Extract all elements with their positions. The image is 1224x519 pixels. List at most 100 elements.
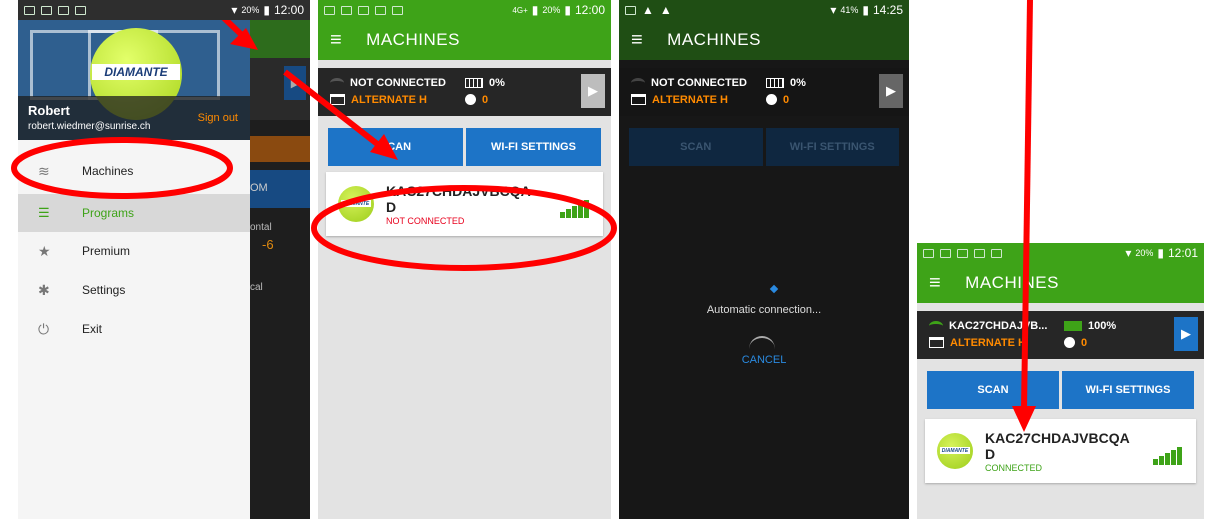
- drawer-item-exit[interactable]: ⏻ Exit: [18, 310, 250, 348]
- wifi-off-icon: [631, 77, 645, 88]
- wifi-off-icon: [330, 77, 344, 88]
- wifi-status-icon: ▾: [830, 3, 837, 17]
- background-app: ▶ OM ontal -6 cal: [250, 20, 310, 519]
- machine-status: NOT CONNECTED: [386, 215, 465, 226]
- drawer-item-machines[interactable]: ≋ Machines: [18, 148, 250, 194]
- signal-strength-icon: [1153, 447, 1182, 465]
- hamburger-menu-icon[interactable]: ≡: [330, 29, 342, 52]
- status-bar: ▾ 20% ▮ 12:00: [18, 0, 310, 20]
- clock: 12:00: [273, 3, 304, 17]
- app-bar: ≡ MACHINES: [619, 20, 909, 60]
- ball-icon: [766, 94, 777, 105]
- app-bar: ≡ MACHINES: [917, 263, 1204, 303]
- battery-level: 0%: [489, 76, 505, 89]
- drawer-item-premium[interactable]: ★ Premium: [18, 232, 250, 270]
- machine-card[interactable]: DIAMANTE KAC27CHDAJVBCQAD NOT CONNECTED: [326, 172, 603, 236]
- program-name: ALTERNATE H: [950, 336, 1026, 349]
- ball-count: 0: [1081, 336, 1088, 349]
- auto-connection-text: Automatic connection...: [706, 304, 822, 316]
- ball-logo-icon: DIAMANTE: [937, 433, 973, 469]
- gear-icon: ✱: [38, 281, 50, 298]
- drawer-item-label: Programs: [82, 206, 135, 220]
- signal-icon: ▮: [531, 3, 539, 17]
- folder-icon: [929, 337, 944, 348]
- action-buttons: SCAN WI-FI SETTINGS: [917, 359, 1204, 415]
- battery-level: 0%: [790, 76, 806, 89]
- screen-machines-connected: ▾ 20% ▮ 12:01 ≡ MACHINES KAC27CHDAJVB... 100%…: [917, 243, 1204, 519]
- play-button[interactable]: ▶: [581, 74, 605, 108]
- action-buttons: SCAN WI-FI SETTINGS: [619, 116, 909, 172]
- battery-icon: ▮: [862, 3, 869, 17]
- wifi-settings-button[interactable]: WI-FI SETTINGS: [466, 128, 601, 166]
- sign-out-link[interactable]: Sign out: [198, 112, 238, 124]
- bg-horizontal-label: ontal: [250, 222, 272, 233]
- page-title: MACHINES: [366, 30, 460, 49]
- action-buttons: SCAN WI-FI SETTINGS: [318, 116, 611, 172]
- user-name: Robert: [28, 103, 70, 118]
- machine-name: KAC27CHDAJVBCQAD: [985, 429, 1130, 462]
- warning-icon: ▲: [659, 3, 672, 17]
- machine-card[interactable]: DIAMANTE KAC27CHDAJVBCQAD CONNECTED: [925, 419, 1196, 483]
- clock: 12:01: [1167, 246, 1198, 260]
- screen-machines-not-connected: 4G+ ▮ 20% ▮ 12:00 ≡ MACHINES NOT CONNECTED 0% …: [318, 0, 611, 519]
- power-icon: ⏻: [38, 320, 50, 337]
- hamburger-menu-icon[interactable]: ≡: [631, 29, 643, 52]
- screen-drawer: ▾ 20% ▮ 12:00 ▶ OM ontal -6 cal DIAMANTE Ro…: [18, 0, 310, 519]
- battery-percent: 20%: [542, 5, 561, 15]
- bg-horizontal-value: -6: [262, 237, 274, 252]
- logo-text: DIAMANTE: [92, 64, 180, 80]
- folder-icon: [631, 94, 646, 105]
- play-button[interactable]: ▶: [879, 74, 903, 108]
- drawer-item-label: Machines: [82, 164, 134, 178]
- machine-name: KAC27CHDAJVBCQAD: [386, 182, 531, 215]
- star-icon: ★: [38, 242, 51, 259]
- hamburger-menu-icon[interactable]: ≡: [929, 272, 941, 295]
- warning-icon: ▲: [642, 3, 654, 17]
- wifi-connected-icon: [929, 320, 943, 331]
- network-type: 4G+: [512, 5, 528, 15]
- battery-percent: 20%: [1135, 248, 1154, 258]
- play-button[interactable]: ▶: [1174, 317, 1198, 351]
- machine-status-panel: KAC27CHDAJVB... 100% ALTERNATE H 0 ▶: [917, 311, 1204, 359]
- signal-strength-icon: [560, 200, 589, 218]
- scan-button[interactable]: SCAN: [629, 128, 763, 166]
- battery-icon: ▮: [564, 3, 571, 17]
- connection-status: NOT CONNECTED: [350, 76, 446, 89]
- wifi-settings-button[interactable]: WI-FI SETTINGS: [765, 128, 899, 166]
- user-email: robert.wiedmer@sunrise.ch: [28, 121, 151, 132]
- app-bar: ≡ MACHINES: [318, 20, 611, 60]
- program-name: ALTERNATE H: [351, 93, 427, 106]
- screen-auto-connect: ▲ ▲ ▾ 41% ▮ 14:25 ≡ MACHINES NOT CONNECTED 0% …: [619, 0, 909, 519]
- wifi-settings-button[interactable]: WI-FI SETTINGS: [1062, 371, 1194, 409]
- drawer-item-label: Premium: [82, 244, 131, 258]
- bg-vertical-label: cal: [250, 282, 263, 293]
- ball-count: 0: [783, 93, 790, 106]
- program-name: ALTERNATE H: [652, 93, 728, 106]
- scan-button[interactable]: SCAN: [927, 371, 1059, 409]
- battery-level: 100%: [1088, 319, 1117, 332]
- ball-icon: [465, 94, 476, 105]
- ball-count: 0: [482, 93, 489, 106]
- connection-status: KAC27CHDAJVB...: [949, 319, 1048, 332]
- folder-icon: [330, 94, 345, 105]
- battery-percent: 20%: [241, 5, 260, 15]
- connection-status: NOT CONNECTED: [651, 76, 747, 89]
- spinner-icon: [769, 284, 779, 294]
- drawer-item-programs[interactable]: ☰ Programs: [18, 194, 250, 232]
- cancel-button[interactable]: CANCEL: [619, 354, 909, 366]
- battery-level-icon: [766, 77, 784, 88]
- machine-status-panel: NOT CONNECTED 0% ALTERNATE H 0 ▶: [318, 68, 611, 116]
- drawer-item-settings[interactable]: ✱ Settings: [18, 270, 250, 310]
- wifi-icon: ≋: [38, 162, 50, 179]
- drawer-item-label: Settings: [82, 283, 126, 297]
- wifi-status-icon: ▾: [231, 3, 238, 17]
- page-title: MACHINES: [667, 30, 761, 49]
- drawer-header: DIAMANTE Robert robert.wiedmer@sunrise.c…: [18, 20, 250, 140]
- scan-button[interactable]: SCAN: [328, 128, 463, 166]
- wifi-status-icon: ▾: [1125, 246, 1132, 260]
- battery-icon: ▮: [1157, 246, 1164, 260]
- battery-icon: ▮: [263, 3, 270, 17]
- machine-status-panel: NOT CONNECTED 0% ALTERNATE H 0 ▶: [619, 68, 909, 116]
- bg-button-text: OM: [250, 182, 268, 194]
- battery-level-icon: [465, 77, 483, 88]
